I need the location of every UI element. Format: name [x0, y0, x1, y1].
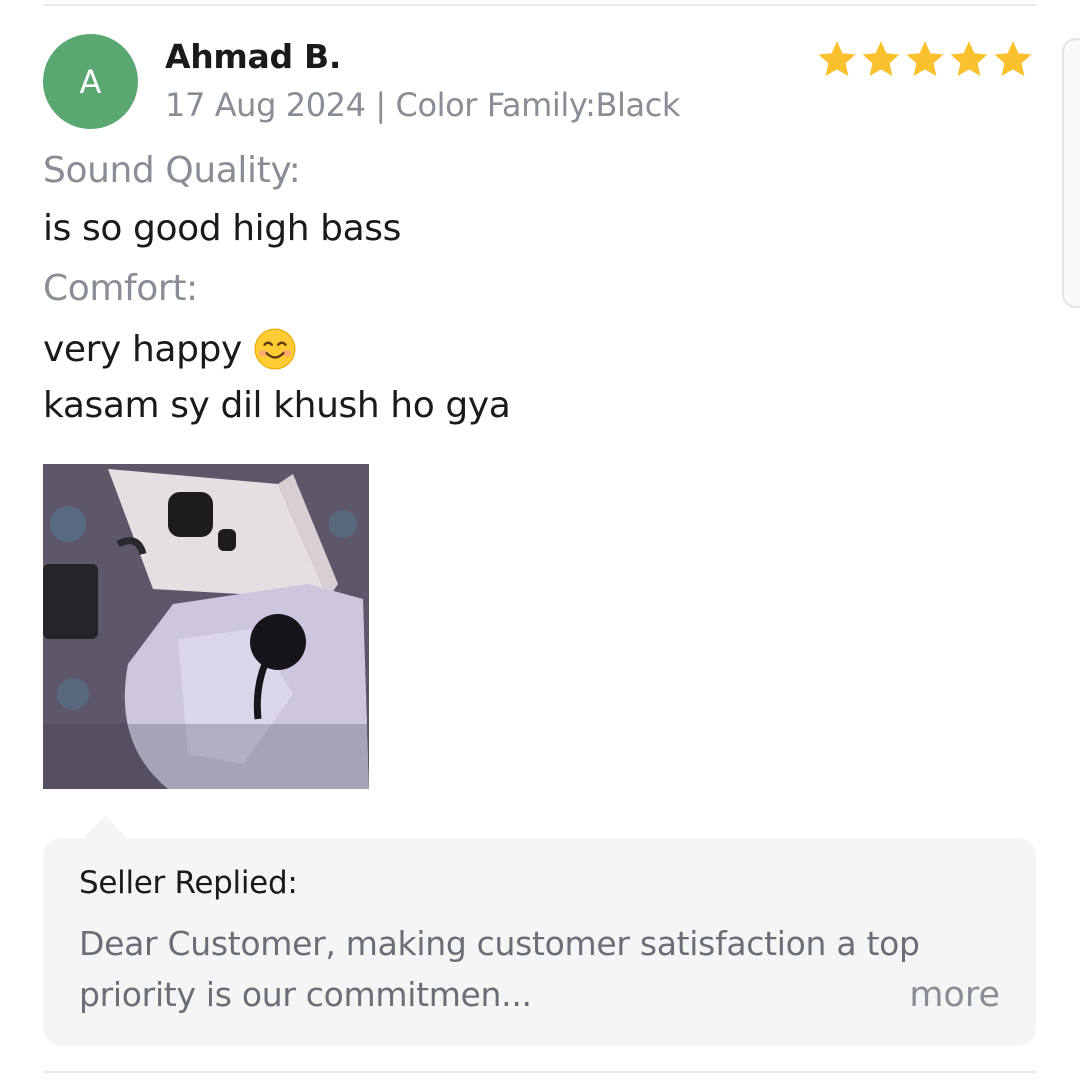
comfort-label: Comfort:	[43, 268, 198, 309]
star-icon	[862, 41, 900, 77]
star-icon	[906, 41, 944, 77]
comfort-text-line-1: very happy	[43, 328, 296, 370]
star-rating	[816, 38, 1034, 80]
bottom-divider	[43, 1071, 1037, 1073]
review-meta: 17 Aug 2024 | Color Family:Black	[165, 86, 681, 124]
review-photo[interactable]	[43, 464, 369, 789]
seller-reply-text-line-1: Dear Customer, making customer satisfact…	[79, 924, 920, 963]
review-card: A Ahmad B. 17 Aug 2024 | Color Family:Bl…	[0, 0, 1080, 1081]
sound-quality-label: Sound Quality:	[43, 150, 301, 191]
top-divider	[43, 4, 1037, 6]
star-icon	[818, 41, 856, 77]
star-icon	[950, 41, 988, 77]
star-icon	[994, 41, 1032, 77]
comfort-text: very happy	[43, 328, 242, 370]
seller-reply-text-line-2: priority is our commitmen...	[79, 975, 532, 1014]
sound-quality-text: is so good high bass	[43, 208, 401, 249]
reviewer-name: Ahmad B.	[165, 37, 342, 76]
scroll-indicator[interactable]	[1062, 38, 1080, 308]
comfort-text-line-2: kasam sy dil khush ho gya	[43, 385, 511, 426]
seller-reply-more-link[interactable]: more	[909, 975, 1000, 1015]
avatar: A	[43, 34, 138, 129]
smiling-face-emoji	[254, 328, 296, 370]
review-photo-image	[43, 464, 369, 789]
seller-reply-title: Seller Replied:	[79, 865, 298, 901]
